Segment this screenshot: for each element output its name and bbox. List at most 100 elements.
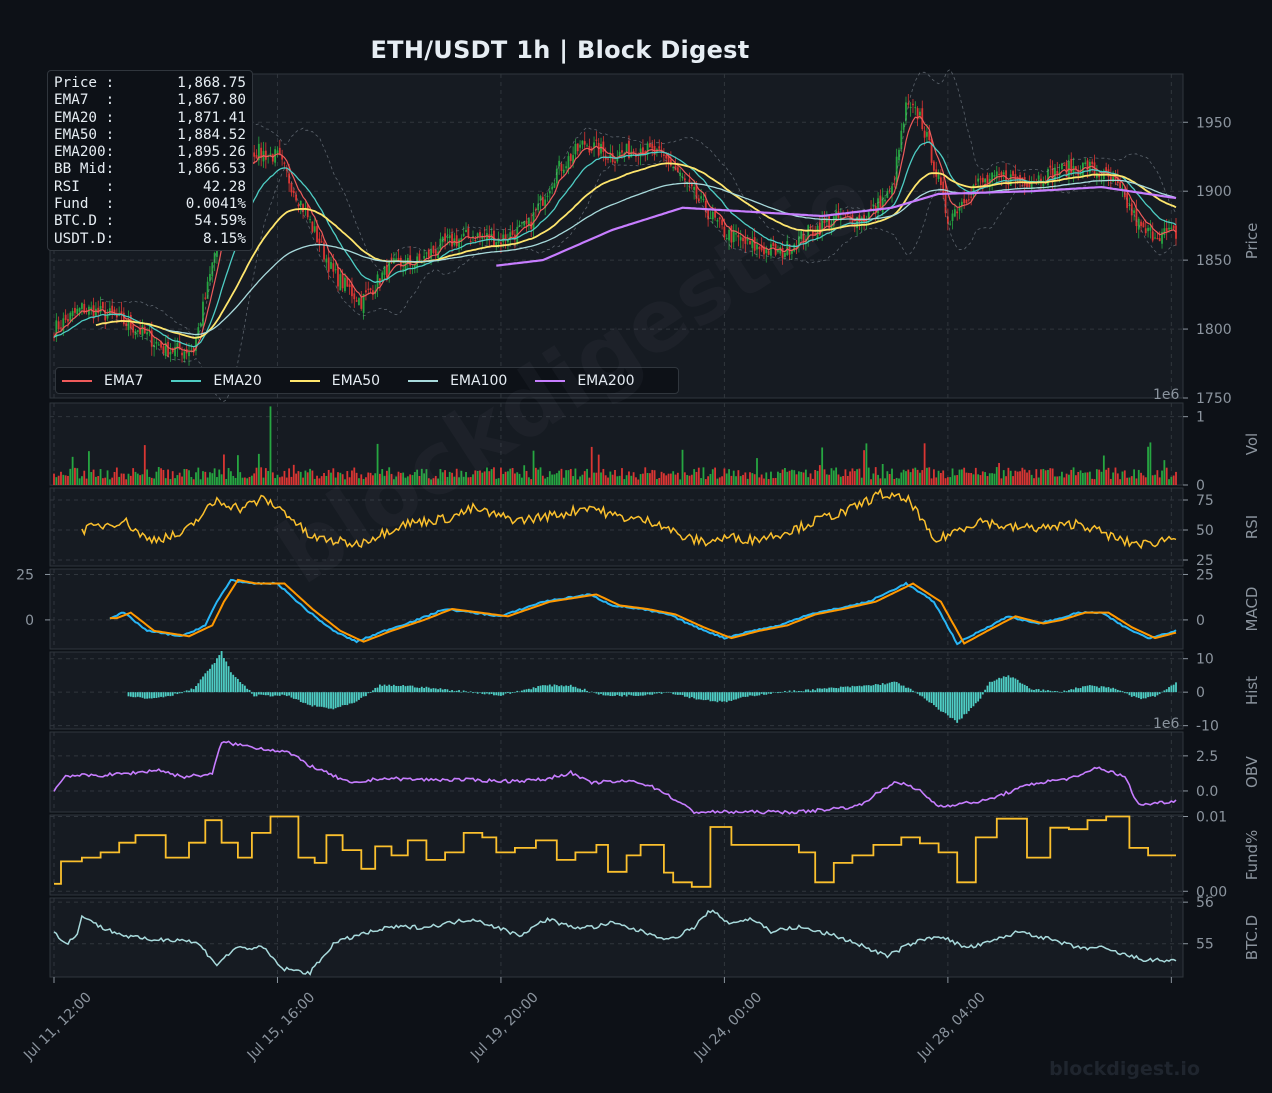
volume-bar bbox=[1049, 468, 1052, 485]
volume-bar bbox=[597, 454, 600, 485]
hist-bar bbox=[1121, 691, 1124, 693]
hist-bar bbox=[195, 685, 197, 693]
hist-bar bbox=[548, 684, 551, 693]
hist-bar bbox=[383, 684, 386, 693]
volume-bar bbox=[760, 474, 763, 485]
hist-bar bbox=[702, 692, 705, 701]
candle-body bbox=[295, 194, 297, 201]
hist-bar bbox=[285, 692, 288, 697]
hist-bar bbox=[213, 663, 216, 693]
hist-bar bbox=[344, 692, 346, 706]
hist-bar bbox=[507, 692, 509, 694]
candle-body bbox=[141, 325, 144, 336]
hist-bar bbox=[444, 689, 446, 693]
candle-body bbox=[574, 143, 577, 155]
hist-bar bbox=[1151, 692, 1154, 697]
hist-bar bbox=[753, 692, 756, 697]
volume-bar bbox=[1126, 477, 1129, 485]
volume-bar bbox=[1102, 455, 1105, 485]
hist-bar bbox=[1072, 689, 1075, 693]
x-tick-label: Jul 24, 00:00 bbox=[691, 990, 766, 1065]
volume-bar bbox=[863, 450, 865, 485]
hist-bar bbox=[774, 692, 777, 693]
candle-body bbox=[1158, 238, 1161, 242]
volume-bar bbox=[514, 473, 516, 485]
volume-bar bbox=[779, 472, 782, 485]
volume-bar bbox=[260, 467, 263, 485]
hist-bar bbox=[488, 692, 491, 695]
volume-bar bbox=[234, 477, 237, 485]
candle-body bbox=[348, 284, 351, 288]
hist-bar bbox=[844, 686, 847, 693]
volume-bar bbox=[851, 468, 854, 485]
hist-bar bbox=[462, 690, 465, 693]
hist-bar bbox=[837, 688, 840, 693]
volume-bar bbox=[1168, 479, 1170, 485]
hist-bar bbox=[351, 692, 353, 704]
hist-bar bbox=[600, 692, 602, 694]
hist-bar bbox=[155, 692, 158, 698]
hist-bar bbox=[318, 692, 321, 707]
candle-body bbox=[64, 314, 67, 320]
hist-bar bbox=[183, 691, 186, 693]
volume-bar bbox=[62, 474, 65, 485]
candle-body bbox=[662, 154, 665, 156]
hist-bar bbox=[1037, 689, 1040, 693]
volume-bar bbox=[1151, 475, 1154, 485]
panel-funding bbox=[49, 814, 1184, 896]
panel-obv bbox=[49, 731, 1184, 813]
hist-bar bbox=[437, 689, 439, 693]
candle-body bbox=[1165, 228, 1168, 232]
legend-swatch bbox=[62, 379, 92, 382]
volume-bar bbox=[649, 473, 651, 485]
legend-label: EMA7 bbox=[104, 372, 144, 389]
candle-body bbox=[702, 198, 705, 201]
hist-bar bbox=[895, 681, 898, 693]
hist-bar bbox=[797, 690, 800, 693]
hist-bar bbox=[262, 692, 265, 695]
hist-bar bbox=[274, 692, 277, 696]
y-tick-label: 1950 bbox=[1196, 115, 1232, 131]
candle-body bbox=[451, 233, 453, 247]
candle-body bbox=[1091, 161, 1094, 165]
candle-body bbox=[360, 297, 363, 309]
hist-bar bbox=[716, 692, 719, 703]
volume-bar bbox=[921, 470, 924, 485]
hist-bar bbox=[984, 689, 987, 693]
hist-bar bbox=[672, 692, 675, 695]
hist-bar bbox=[346, 692, 349, 706]
hist-bar bbox=[264, 692, 267, 696]
candle-body bbox=[900, 130, 903, 149]
volume-bar bbox=[213, 468, 216, 485]
volume-bar bbox=[1042, 468, 1045, 485]
y-tick-label: 2.5 bbox=[1196, 749, 1218, 765]
volume-bar bbox=[753, 474, 756, 485]
volume-bar bbox=[914, 467, 917, 485]
hist-bar bbox=[930, 692, 933, 704]
hist-bar bbox=[490, 692, 493, 694]
hist-bar bbox=[823, 688, 826, 693]
info-value: 1,884.52 bbox=[177, 126, 246, 143]
candle-body bbox=[700, 196, 703, 199]
volume-bar bbox=[204, 471, 207, 485]
volume-bar bbox=[74, 467, 76, 485]
volume-bar bbox=[1154, 474, 1156, 485]
volume-bar bbox=[991, 473, 994, 485]
candle-body bbox=[930, 138, 933, 163]
hist-bar bbox=[337, 692, 339, 708]
hist-bar bbox=[297, 692, 300, 700]
candle-body bbox=[939, 177, 942, 186]
volume-bar bbox=[632, 472, 635, 485]
candle-body bbox=[581, 140, 584, 145]
hist-bar bbox=[683, 692, 686, 697]
candle-body bbox=[365, 290, 367, 293]
hist-bar bbox=[1095, 686, 1098, 693]
hist-bar bbox=[1000, 678, 1003, 693]
hist-bar bbox=[136, 692, 139, 697]
candle-body bbox=[155, 341, 158, 344]
candle-body bbox=[339, 274, 342, 291]
hist-bar bbox=[744, 692, 747, 697]
volume-bar bbox=[1068, 474, 1070, 485]
volume-bar bbox=[821, 447, 824, 485]
candle-body bbox=[188, 351, 190, 357]
